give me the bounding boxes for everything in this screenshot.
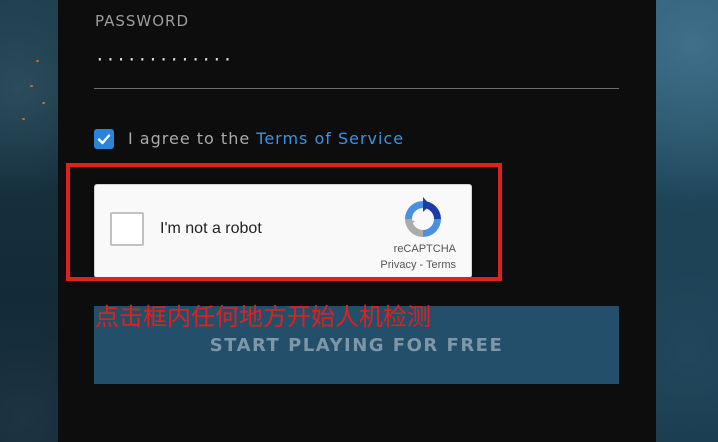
- background-speck: [42, 102, 45, 104]
- annotation-highlight-frame: [66, 163, 502, 281]
- agree-text: I agree to the Terms of Service: [128, 129, 404, 148]
- agree-checkbox[interactable]: [94, 129, 114, 149]
- background-left: [0, 0, 58, 442]
- checkmark-icon: [97, 134, 111, 145]
- password-underline: [94, 88, 619, 89]
- background-speck: [30, 85, 33, 87]
- background-right: [656, 0, 718, 442]
- password-field[interactable]: ·············: [95, 50, 233, 69]
- background-speck: [22, 118, 25, 120]
- background-speck: [36, 60, 39, 62]
- terms-of-service-link[interactable]: Terms of Service: [256, 129, 404, 148]
- agree-prefix: I agree to the: [128, 129, 257, 148]
- password-label: PASSWORD: [95, 12, 190, 30]
- annotation-hint-text: 点击框内任何地方开始人机检测: [95, 303, 431, 331]
